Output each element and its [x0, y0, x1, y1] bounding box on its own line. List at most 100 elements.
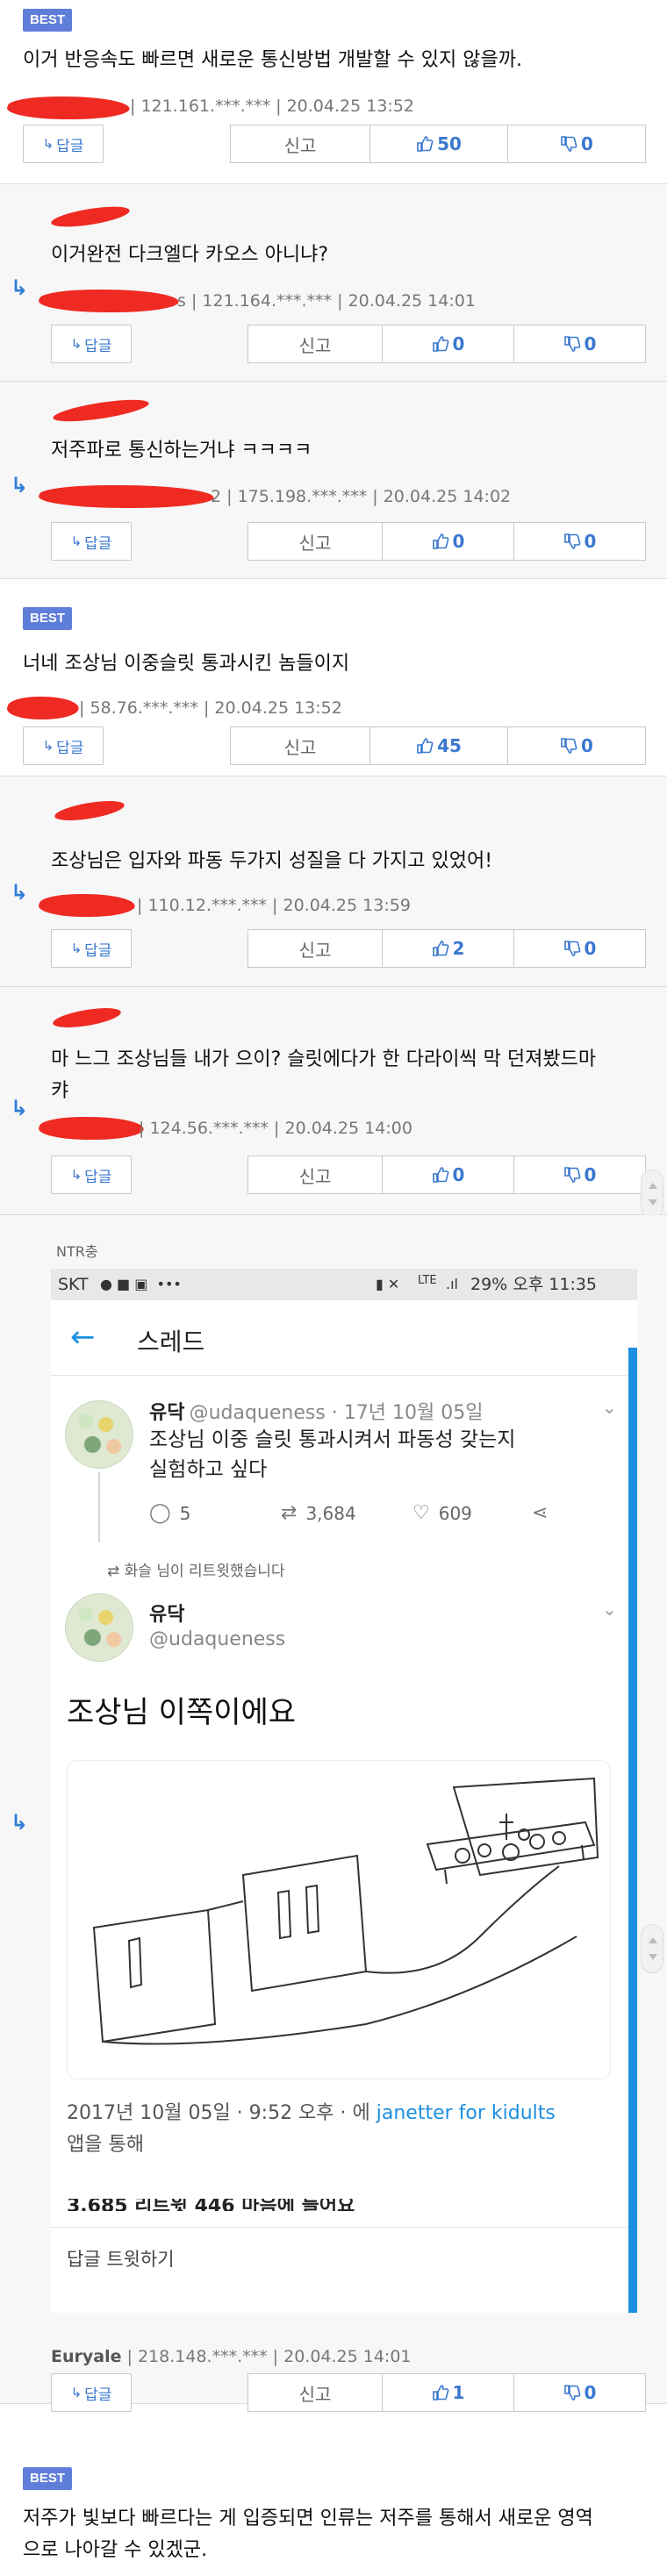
reply-button[interactable]: ↳ 답글: [51, 522, 132, 561]
share-icon[interactable]: ⋖: [532, 1502, 556, 1524]
like-count[interactable]: ♡ 609: [412, 1502, 472, 1524]
chevron-down-icon[interactable]: ⌄: [602, 1599, 617, 1620]
upvote-button[interactable]: 2: [382, 929, 514, 968]
thumbs-down-icon: [563, 1166, 581, 1184]
reply-button[interactable]: ↳ 답글: [51, 325, 132, 363]
upvote-button[interactable]: 0: [382, 325, 514, 363]
thumbs-up-icon: [432, 335, 449, 353]
comment-date: 20.04.25 13:52: [214, 698, 342, 718]
downvote-button[interactable]: 0: [507, 726, 646, 765]
redacted-nickname: [34, 1117, 148, 1140]
downvote-button[interactable]: 0: [513, 522, 646, 561]
reply-tweet-input[interactable]: 답글 트윗하기: [51, 2227, 637, 2279]
tweet-1-header: 유닥 @udaqueness · 17년 10월 05일: [149, 1397, 606, 1425]
back-arrow-icon[interactable]: ←: [70, 1320, 96, 1355]
reply-comment-1: 이거완전 다크엘다 카오스 아니냐? ↳ s | 121.164.***.***…: [0, 184, 667, 382]
report-button[interactable]: 신고: [247, 929, 383, 968]
comment-text: 이거 반응속도 빠르면 새로운 통신방법 개발할 수 있지 않을까.: [23, 49, 522, 71]
user-avatar[interactable]: [65, 1593, 133, 1662]
comment-best-1: BEST 이거 반응속도 빠르면 새로운 통신방법 개발할 수 있지 않을까. …: [0, 0, 667, 184]
redacted-nickname: [34, 894, 140, 917]
signal-icons: ▮ ✕: [376, 1276, 400, 1292]
reply-comment-4: 마 느그 조상님들 내가 으이? 슬릿에다가 한 다라이씩 막 던져봤드마 캬 …: [0, 987, 667, 1219]
attached-screenshot[interactable]: SKT ● ■ ▣ ••• ▮ ✕ LTE .ıl 29% 오후 11:35 ←…: [51, 1269, 637, 2313]
redacted-nickname-top: [48, 203, 133, 231]
thumbs-down-icon: [563, 2384, 581, 2401]
comment-ip: 121.164.***.***: [202, 291, 333, 311]
retweet-note: ⇄ 화슬 님이 리트윗했습니다: [107, 1563, 285, 1580]
thread-line: [98, 1472, 100, 1542]
thread-app-bar: ← 스레드: [51, 1300, 637, 1376]
tweet-stats-cut: 3,685 리트윗 446 마음에 들어요: [67, 2199, 355, 2211]
reply-button[interactable]: ↳ 답글: [51, 1156, 132, 1194]
user-avatar[interactable]: [65, 1400, 133, 1469]
comment-date: 20.04.25 13:52: [286, 97, 414, 116]
report-button[interactable]: 신고: [230, 125, 370, 163]
thumbs-up-icon: [432, 533, 449, 550]
comment-date: 20.04.25 14:02: [383, 487, 512, 506]
thumbs-up-icon: [432, 2384, 449, 2401]
comment-text: 조상님은 입자와 파동 두가지 성질을 다 가지고 있었어!: [51, 850, 493, 872]
reply-indent-icon: ↳: [11, 275, 29, 300]
battery-time: 29% 오후 11:35: [470, 1275, 598, 1294]
thumbs-down-icon: [563, 533, 581, 550]
comment-ip: 58.76.***.***: [90, 698, 198, 718]
comment-list-page: BEST 이거 반응속도 빠르면 새로운 통신방법 개발할 수 있지 않을까. …: [0, 0, 667, 2576]
comment-text: 이거완전 다크엘다 카오스 아니냐?: [51, 244, 329, 266]
upvote-button[interactable]: 0: [382, 522, 514, 561]
thumbs-down-icon: [563, 335, 581, 353]
best-badge: BEST: [23, 607, 72, 630]
comment-text-line1: 마 느그 조상님들 내가 으이? 슬릿에다가 한 다라이씩 막 던져봤드마: [51, 1048, 597, 1070]
reply-button[interactable]: ↳ 답글: [51, 929, 132, 968]
page-scroll-handle[interactable]: [641, 1924, 663, 1973]
comment-date: 20.04.25 14:00: [284, 1119, 412, 1138]
report-button[interactable]: 신고: [230, 726, 370, 765]
chevron-down-icon[interactable]: ⌄: [602, 1397, 617, 1418]
notification-icons: ● ■ ▣ •••: [100, 1276, 182, 1292]
report-button[interactable]: 신고: [247, 325, 383, 363]
tweet-author: 유닥: [149, 1604, 185, 1626]
report-button[interactable]: 신고: [247, 1156, 383, 1194]
tweet-handle: @udaqueness · 17년 10월 05일: [189, 1402, 484, 1424]
via-app-link[interactable]: janetter for kidults: [377, 2102, 556, 2124]
tweet-image[interactable]: [67, 1760, 611, 2079]
retweet-small-icon: ⇄: [107, 1563, 125, 1580]
comment-date: 20.04.25 14:01: [348, 291, 476, 311]
page-scroll-handle[interactable]: [641, 1170, 663, 1219]
phone-status-bar: SKT ● ■ ▣ ••• ▮ ✕ LTE .ıl 29% 오후 11:35: [51, 1269, 637, 1300]
reply-arrow-icon: ↳: [70, 1167, 82, 1183]
tweet-2-text: 조상님 이쪽이에요: [67, 1695, 297, 1730]
comment-meta: Euryale | 218.148.***.*** | 20.04.25 14:…: [51, 2347, 412, 2366]
downvote-button[interactable]: 0: [513, 929, 646, 968]
comment-meta: | 121.161.***.*** | 20.04.25 13:52: [130, 97, 414, 116]
reply-button[interactable]: ↳ 답글: [23, 125, 104, 163]
reply-button[interactable]: ↳ 답글: [23, 726, 104, 765]
comment-best-2: BEST 너네 조상님 이중슬릿 통과시킨 놈들이지 | 58.76.***.*…: [0, 579, 667, 776]
comment-meta: | 58.76.***.*** | 20.04.25 13:52: [79, 698, 342, 718]
thumbs-up-icon: [432, 940, 449, 957]
reply-indent-icon: ↳: [11, 1096, 29, 1120]
heart-icon: ♡: [412, 1502, 430, 1524]
comment-text-line2: 으로 나아갈 수 있겠군.: [23, 2539, 208, 2561]
retweet-count[interactable]: ⇄ 3,684: [281, 1502, 356, 1524]
upvote-button[interactable]: 45: [369, 726, 508, 765]
redacted-nickname: [34, 290, 183, 312]
comment-ip: 121.161.***.***: [140, 97, 271, 116]
thumbs-down-icon: [560, 135, 577, 153]
redacted-nickname: [34, 485, 219, 508]
comment-best-3: BEST 저주가 빛보다 빠르다는 게 입증되면 인류는 저주를 통해서 새로운…: [0, 2404, 667, 2576]
reply-arrow-icon: ↳: [42, 136, 54, 152]
tweet-date: 2017년 10월 05일 · 9:52 오후 · 에 janetter for…: [67, 2102, 556, 2124]
upvote-button[interactable]: 50: [369, 125, 508, 163]
reply-arrow-icon: ↳: [70, 533, 82, 549]
reply-arrow-icon: ↳: [70, 941, 82, 956]
downvote-button[interactable]: 0: [513, 1156, 646, 1194]
upvote-button[interactable]: 0: [382, 1156, 514, 1194]
downvote-button[interactable]: 0: [513, 325, 646, 363]
reply-count[interactable]: ◯ 5: [149, 1502, 190, 1524]
retweet-icon: ⇄: [281, 1502, 298, 1524]
report-button[interactable]: 신고: [247, 522, 383, 561]
tweet-author: 유닥: [149, 1402, 185, 1424]
downvote-button[interactable]: 0: [507, 125, 646, 163]
comment-ip: 218.148.***.***: [137, 2347, 268, 2366]
